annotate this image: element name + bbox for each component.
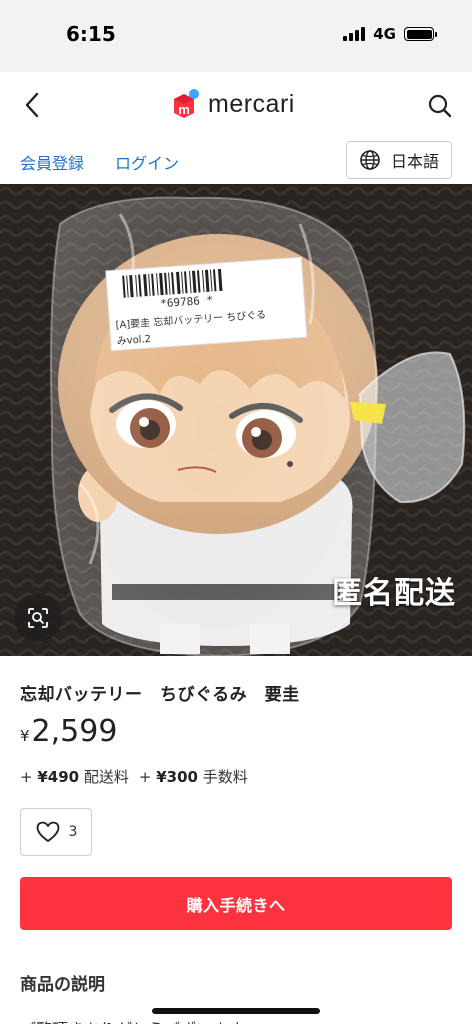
product-title: 忘却バッテリー ちびぐるみ 要圭 [20,685,300,705]
register-link[interactable]: 会員登録 [20,150,84,174]
app-header: m mercari [0,72,472,138]
svg-text:m: m [178,102,190,117]
heart-icon [36,821,59,842]
price-currency: ¥ [20,727,30,745]
language-label: 日本語 [390,152,439,171]
description-text: ご覧頂きありがとうございます。 [20,1016,258,1024]
description-heading: 商品の説明 [20,975,105,995]
back-button[interactable] [18,90,46,120]
service-fee: + ¥300 手数料 [138,768,248,786]
language-button[interactable]: 日本語 [346,141,452,179]
mercari-logo[interactable]: m mercari [168,88,295,120]
battery-icon [404,27,437,41]
product-price: ¥ 2,599 [20,714,117,749]
purchase-button[interactable]: 購入手続きへ [20,877,452,930]
like-button[interactable]: 3 [20,808,92,856]
anonymous-shipping-label: 匿名配送 [332,576,456,611]
globe-icon [360,150,380,170]
network-type: 4G [373,25,396,43]
logo-text: mercari [208,89,295,118]
login-link[interactable]: ログイン [115,150,179,174]
image-search-button[interactable] [14,594,62,642]
search-button[interactable] [426,92,454,120]
home-indicator[interactable] [152,1008,320,1014]
chevron-left-icon [25,92,39,118]
product-image[interactable]: *69786 * [A]要圭 忘却バッテリー ちびぐる みvol.2 匿名配送 [0,184,472,656]
shipping-fee: + ¥490 配送料 [20,768,129,786]
mercari-logo-icon: m [174,89,199,118]
status-indicators: 4G [343,25,437,43]
status-bar: 6:15 4G [0,0,472,72]
auth-nav: 会員登録 ログイン 日本語 [0,138,472,184]
like-count: 3 [68,824,78,840]
signal-icon [343,27,366,41]
fees-info: + ¥490 配送料 + ¥300 手数料 [20,766,248,787]
price-value: 2,599 [31,714,118,749]
search-icon [428,94,452,118]
image-search-icon [28,608,48,628]
status-time: 6:15 [66,22,116,46]
